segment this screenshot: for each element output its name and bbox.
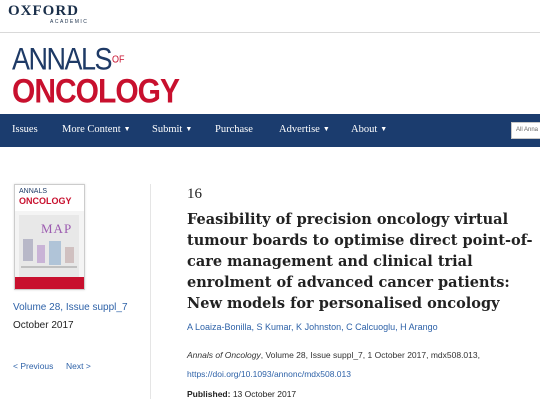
article-doi-link[interactable]: https://doi.org/10.1093/annonc/mdx508.01… <box>187 369 351 379</box>
chevron-down-icon: ▼ <box>322 125 330 133</box>
chevron-down-icon: ▼ <box>185 125 193 133</box>
article-title: Feasibility of precision oncology virtua… <box>187 211 533 312</box>
nav-item-label: More Content <box>62 124 121 135</box>
nav-item-label: Issues <box>12 124 38 135</box>
nav-item-label: About <box>351 124 378 135</box>
article-number: 16 <box>187 186 202 202</box>
issue-date: October 2017 <box>13 320 74 331</box>
nav-item-label: Submit <box>152 124 183 135</box>
cover-artwork: MAP <box>19 215 79 277</box>
cover-title-oncology: ONCOLOGY <box>19 196 72 206</box>
cover-title-annals: ANNALS <box>19 188 48 195</box>
journal-logo-of: OF <box>112 53 125 65</box>
chevron-down-icon: ▼ <box>380 125 388 133</box>
issue-volume-link[interactable]: Volume 28, Issue suppl_7 <box>13 302 128 313</box>
cover-art-title: MAP <box>41 221 73 236</box>
journal-logo-annals: ANNALSOF <box>12 41 179 77</box>
nav-item-label: Advertise <box>279 124 320 135</box>
search-scope-input[interactable]: All Anna <box>511 122 540 139</box>
header-divider <box>0 32 540 33</box>
nav-item-purchase[interactable]: Purchase <box>215 124 253 135</box>
citation-details: , Volume 28, Issue suppl_7, 1 October 20… <box>260 350 480 360</box>
citation-journal: Annals of Oncology <box>187 350 261 360</box>
journal-logo-oncology: ONCOLOGY <box>12 72 180 111</box>
nav-item-about[interactable]: About ▼ <box>351 124 387 135</box>
publisher-name: OXFORD <box>8 3 79 19</box>
article-authors[interactable]: A Loaiza-Bonilla, S Kumar, K Johnston, C… <box>187 322 438 332</box>
column-divider <box>150 184 151 399</box>
published-label: Published: <box>187 389 231 399</box>
next-issue-link[interactable]: Next > <box>66 361 91 371</box>
issue-cover-image[interactable]: ANNALS ONCOLOGY MAP <box>14 184 85 290</box>
cover-masthead: ANNALS ONCOLOGY <box>15 185 84 211</box>
cover-red-band <box>15 277 84 289</box>
nav-item-submit[interactable]: Submit ▼ <box>152 124 192 135</box>
main-navbar: Issues More Content ▼ Submit ▼ Purchase Ad… <box>0 114 540 147</box>
publisher-subname: ACADEMIC <box>50 19 89 25</box>
chevron-down-icon: ▼ <box>123 125 131 133</box>
journal-logo[interactable]: ANNALSOF ONCOLOGY <box>12 41 180 108</box>
article-published-date: Published: 13 October 2017 <box>187 389 296 399</box>
previous-issue-link[interactable]: < Previous <box>13 361 53 371</box>
article-citation: Annals of Oncology, Volume 28, Issue sup… <box>187 350 480 360</box>
nav-item-advertise[interactable]: Advertise ▼ <box>279 124 330 135</box>
nav-item-more-content[interactable]: More Content ▼ <box>62 124 131 135</box>
nav-item-label: Purchase <box>215 124 253 135</box>
published-date-value: 13 October 2017 <box>232 389 297 399</box>
oxford-academic-logo[interactable]: OXFORD ACADEMIC <box>8 3 89 26</box>
nav-item-issues[interactable]: Issues <box>12 124 38 135</box>
journal-logo-annals-text: ANNALS <box>12 41 113 77</box>
